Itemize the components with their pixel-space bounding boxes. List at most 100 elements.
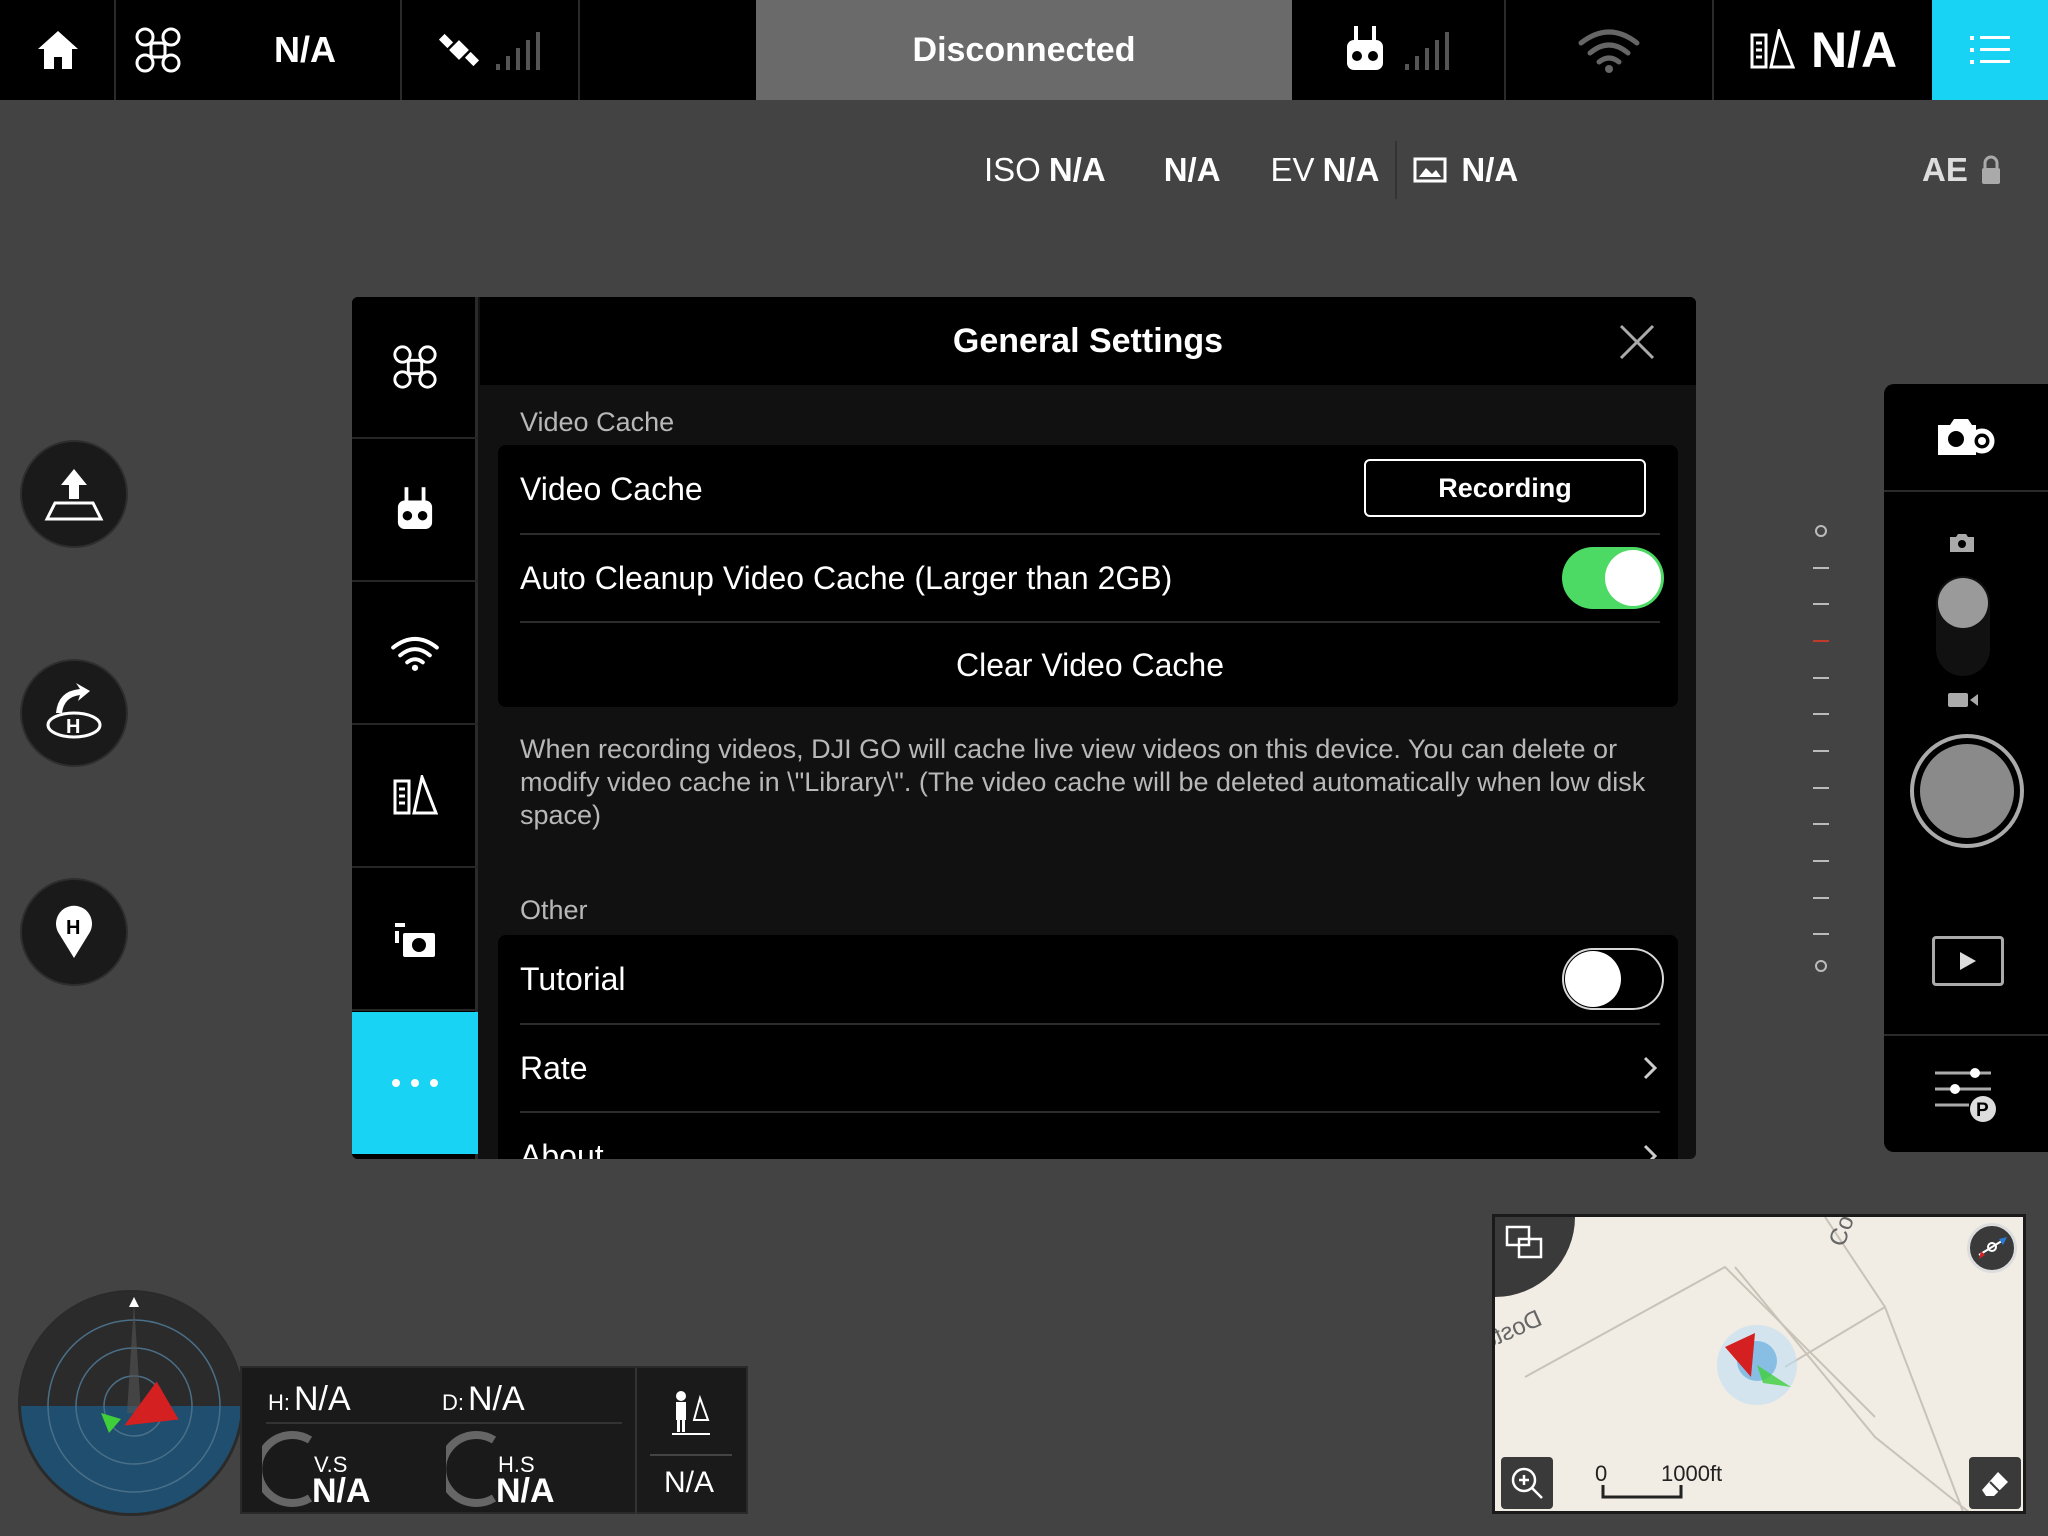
distance-value: N/A <box>468 1380 525 1418</box>
settings-sidebar <box>352 297 478 1159</box>
video-mode-icon[interactable] <box>1946 690 1980 710</box>
dialog-title: General Settings <box>952 321 1224 360</box>
exposure-indicator <box>1813 640 1829 642</box>
general-settings-dialog: General Settings Video Cache Video Cache… <box>352 297 1696 1159</box>
height-readout: H: N/A <box>268 1380 351 1419</box>
camera-panel: P <box>1884 384 2048 1152</box>
compass-icon <box>1978 1237 2007 1259</box>
dialog-header: General Settings <box>480 297 1696 385</box>
auto-cleanup-label: Auto Cleanup Video Cache (Larger than 2G… <box>520 559 1173 596</box>
map-expand-icon[interactable] <box>1505 1225 1545 1261</box>
main-menu-button[interactable] <box>1932 0 2048 100</box>
camera-settings-button[interactable] <box>1884 384 2048 492</box>
vs-value: N/A <box>312 1472 371 1510</box>
ae-label: AE <box>1922 151 1968 188</box>
hd-video-signal[interactable] <box>1506 0 1712 100</box>
other-group: Tutorial Rate About <box>498 935 1678 1159</box>
rc-signal[interactable] <box>1292 0 1506 100</box>
auto-cleanup-toggle[interactable] <box>1562 547 1664 609</box>
map-clear-button[interactable] <box>1969 1457 2021 1509</box>
map-orientation-button[interactable] <box>1967 1223 2017 1273</box>
sidebar-item-aircraft[interactable] <box>352 297 478 439</box>
top-bar: N/A Disconnected N/A <box>0 0 2048 100</box>
battery-value: N/A <box>1810 22 1898 78</box>
playback-button[interactable] <box>1932 936 2004 986</box>
mini-map[interactable]: Doster Rd Co 0 1000ft <box>1492 1214 2026 1514</box>
video-cache-group: Video Cache Recording Auto Cleanup Video… <box>498 445 1678 707</box>
svg-text:H: H <box>66 917 80 939</box>
home-distance-value: N/A <box>664 1466 715 1499</box>
connection-status[interactable]: Disconnected <box>756 0 1292 100</box>
map-scale-bar <box>1601 1485 1683 1499</box>
sidebar-item-general[interactable] <box>352 1012 478 1154</box>
rate-label: Rate <box>520 1049 588 1086</box>
lock-icon <box>1981 155 2000 184</box>
close-icon[interactable] <box>1618 323 1656 361</box>
satellite-icon <box>438 33 480 67</box>
shutter-value: N/A <box>1163 151 1221 188</box>
section-title-video-cache: Video Cache <box>520 407 675 437</box>
more-icon <box>392 1079 438 1087</box>
camera-settings-icon <box>1938 419 1995 455</box>
takeoff-button[interactable] <box>20 440 128 548</box>
signal-bars-icon <box>1405 32 1449 70</box>
radar-graphic <box>21 1293 241 1513</box>
home-button[interactable] <box>0 0 116 100</box>
shutter-button[interactable] <box>1910 734 2024 848</box>
gps-status[interactable] <box>402 0 578 100</box>
sidebar-item-remote-controller[interactable] <box>352 440 478 582</box>
ae-lock[interactable]: AE <box>1922 140 2002 200</box>
svg-text:H: H <box>66 716 80 738</box>
svg-text:P: P <box>1976 1100 1989 1121</box>
home-point-button[interactable]: H <box>20 878 128 986</box>
flight-mode-value: N/A <box>274 29 336 70</box>
checklist-icon <box>393 775 438 815</box>
distance-label: D: <box>442 1390 464 1415</box>
takeoff-icon <box>44 469 104 521</box>
sidebar-item-gimbal[interactable] <box>352 869 478 1011</box>
video-cache-note: When recording videos, DJI GO will cache… <box>520 734 1646 830</box>
home-distance-icon <box>672 1391 710 1435</box>
photo-video-switch[interactable] <box>1936 576 1990 676</box>
video-cache-label: Video Cache <box>520 470 703 507</box>
aircraft-marker-icon <box>1725 1333 1791 1387</box>
gimbal-camera-icon <box>395 923 435 957</box>
camera-mode-button[interactable]: P <box>1884 1036 2048 1152</box>
remote-controller-icon <box>1347 26 1383 70</box>
distance-readout: D: N/A <box>442 1380 525 1419</box>
format-value: N/A <box>1461 151 1519 188</box>
telemetry-panel: H: N/A D: N/A V.S N/A H.S N/A N/A <box>240 1366 748 1514</box>
height-label: H: <box>268 1390 290 1415</box>
divider <box>1395 141 1398 199</box>
return-home-button[interactable]: H <box>20 659 128 767</box>
list-menu-icon <box>1970 36 2010 64</box>
aircraft-status-button[interactable] <box>116 0 200 100</box>
about-row[interactable]: About <box>520 1113 1660 1159</box>
aircraft-icon <box>393 345 437 389</box>
clear-video-cache-button[interactable]: Clear Video Cache <box>520 623 1660 707</box>
height-value: N/A <box>294 1380 351 1418</box>
battery-status[interactable]: N/A <box>1714 0 1932 100</box>
aircraft-icon <box>135 27 181 73</box>
tutorial-toggle[interactable] <box>1562 948 1664 1010</box>
remote-controller-icon <box>397 487 433 529</box>
sidebar-item-video-transmission[interactable] <box>352 583 478 725</box>
video-cache-row: Video Cache Recording <box>520 445 1660 533</box>
iso-value: N/A <box>1048 151 1106 188</box>
play-icon <box>1960 952 1976 970</box>
home-icon <box>38 31 78 69</box>
photo-format-icon <box>1413 157 1447 183</box>
attitude-radar[interactable] <box>18 1290 244 1516</box>
video-cache-mode-button[interactable]: Recording <box>1364 459 1646 517</box>
photo-mode-icon[interactable] <box>1948 532 1976 554</box>
sidebar-item-battery[interactable] <box>352 726 478 868</box>
rate-row[interactable]: Rate <box>520 1025 1660 1111</box>
chevron-right-icon <box>1643 1144 1658 1159</box>
camera-params-bar[interactable]: ISO N/A N/A EV N/A N/A <box>984 140 1518 200</box>
about-label: About <box>520 1137 604 1160</box>
checklist-icon <box>1750 29 1795 69</box>
wifi-icon <box>1578 29 1640 73</box>
signal-bars-icon <box>496 32 540 70</box>
tutorial-row: Tutorial <box>520 935 1664 1023</box>
map-zoom-button[interactable] <box>1501 1457 1553 1509</box>
